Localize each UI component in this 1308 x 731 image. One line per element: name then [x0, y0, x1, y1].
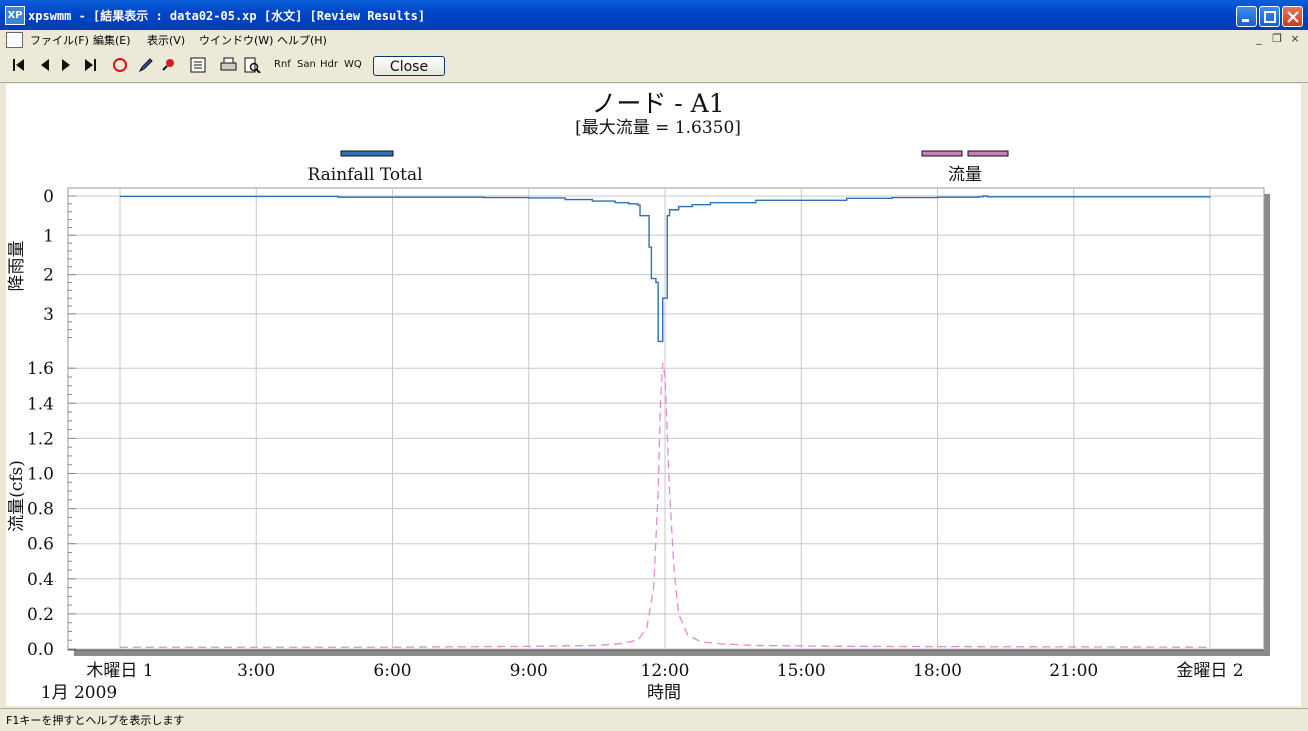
flow-y-tick-label: 1.0	[27, 465, 54, 485]
toolbar: Rnf San Hdr WQ	[0, 49, 1308, 83]
chart-subtitle: [最大流量 = 1.6350]	[575, 118, 741, 138]
flow-y-tick-label: 1.4	[27, 394, 54, 414]
mdi-minimize-icon[interactable]: _	[1252, 32, 1266, 46]
x-tick-label: 金曜日 2	[1176, 661, 1243, 681]
x-tick-label: 3:00	[237, 661, 275, 681]
print-icon[interactable]	[220, 57, 237, 73]
flow-y-tick-label: 0.8	[27, 500, 54, 520]
hdr-button[interactable]: Hdr	[320, 59, 338, 70]
close-icon	[1287, 11, 1299, 23]
menu-view[interactable]: 表示(V)	[147, 32, 185, 48]
pencil-icon[interactable]	[138, 57, 154, 73]
mdi-close-icon[interactable]: ×	[1288, 32, 1302, 46]
next-icon[interactable]	[60, 58, 72, 72]
x-tick-label: 6:00	[373, 661, 411, 681]
rain-y-tick-label: 1	[43, 226, 54, 246]
window-titlebar: XP xpswmm - [結果表示 : data02-05.xp [水文] [R…	[0, 0, 1308, 30]
circle-icon[interactable]	[112, 57, 128, 73]
x-start-sublabel: 1月 2009	[41, 683, 117, 703]
close-window-button[interactable]	[1282, 6, 1303, 27]
flow-y-tick-label: 1.6	[27, 359, 54, 379]
x-tick-label: 9:00	[510, 661, 548, 681]
chart-title: ノード - A1	[591, 89, 724, 118]
x-axis-label: 時間	[647, 683, 681, 703]
maximize-button[interactable]	[1259, 6, 1280, 27]
close-button[interactable]: Close	[373, 56, 445, 76]
list-icon[interactable]	[190, 57, 206, 73]
first-icon[interactable]	[12, 58, 26, 72]
minimize-icon	[1242, 19, 1249, 22]
last-icon[interactable]	[83, 58, 97, 72]
prev-icon[interactable]	[39, 58, 51, 72]
x-tick-label: 15:00	[777, 661, 826, 681]
menu-file[interactable]: ファイル(F)	[30, 32, 89, 48]
legend-flow-swatch-1	[921, 150, 963, 157]
menu-window[interactable]: ウインドウ(W)	[199, 32, 273, 48]
menu-bar: ファイル(F) 編集(E) 表示(V) ウインドウ(W) ヘルプ(H) _ ❐ …	[0, 30, 1308, 49]
x-tick-label: 12:00	[641, 661, 690, 681]
pin-icon[interactable]	[160, 57, 176, 73]
preview-icon[interactable]	[244, 57, 261, 73]
status-text: F1キーを押すとヘルプを表示します	[6, 714, 185, 727]
status-bar: F1キーを押すとヘルプを表示します	[0, 708, 1308, 731]
san-button[interactable]: San	[297, 59, 316, 70]
flow-y-tick-label: 0.2	[27, 605, 54, 625]
rain-y-tick-label: 3	[43, 305, 54, 325]
rnf-button[interactable]: Rnf	[274, 59, 291, 70]
x-tick-label: 木曜日 1	[86, 661, 153, 681]
app-icon: XP	[5, 6, 25, 25]
document-icon	[6, 32, 23, 48]
legend-flow-label: 流量	[948, 165, 982, 185]
flow-y-tick-label: 0.0	[27, 640, 54, 660]
plot-frame	[67, 187, 1265, 651]
chart-area: ノード - A1 [最大流量 = 1.6350] Rainfall Total …	[6, 84, 1301, 706]
legend-flow-swatch-2	[967, 150, 1009, 157]
flow-y-tick-label: 0.6	[27, 535, 54, 555]
rain-y-tick-label: 0	[43, 187, 54, 207]
flow-y-axis-label: 流量(cfs)	[7, 460, 27, 532]
hydrograph-chart: ノード - A1 [最大流量 = 1.6350] Rainfall Total …	[7, 89, 1270, 703]
flow-y-tick-label: 0.4	[27, 570, 54, 590]
mdi-restore-icon[interactable]: ❐	[1270, 32, 1284, 46]
menu-help[interactable]: ヘルプ(H)	[277, 32, 327, 48]
x-tick-label: 21:00	[1049, 661, 1098, 681]
legend-rainfall-swatch	[340, 150, 394, 157]
rain-y-axis-label: 降雨量	[7, 241, 27, 292]
chart-grid	[67, 187, 1270, 656]
maximize-icon	[1264, 11, 1276, 23]
flow-y-tick-label: 1.2	[27, 429, 54, 449]
window-title: xpswmm - [結果表示 : data02-05.xp [水文] [Revi…	[28, 9, 426, 23]
rain-y-tick-label: 2	[43, 266, 54, 286]
wq-button[interactable]: WQ	[344, 59, 362, 70]
minimize-button[interactable]	[1236, 6, 1257, 27]
legend-rainfall-label: Rainfall Total	[307, 165, 422, 185]
x-tick-label: 18:00	[913, 661, 962, 681]
menu-edit[interactable]: 編集(E)	[93, 32, 131, 48]
